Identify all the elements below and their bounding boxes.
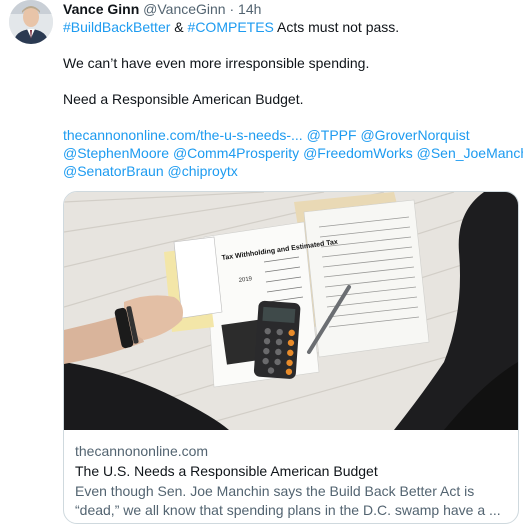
text-line-spending: We can’t have even more irresponsible sp… — [63, 55, 370, 71]
text-and: & — [170, 19, 188, 35]
link-mentions-line-3[interactable]: @SenatorBraun @chiproytx — [63, 162, 518, 180]
author-handle[interactable]: @VanceGinn — [143, 1, 225, 17]
card-meta: thecannononline.com The U.S. Needs a Res… — [75, 442, 505, 520]
hashtag-buildbackbetter[interactable]: #BuildBackBetter — [63, 19, 170, 35]
card-image[interactable]: Tax Withholding and Estimated Tax 2019 — [64, 192, 518, 430]
card-description-line-1: Even though Sen. Joe Manchin says the Bu… — [75, 483, 475, 499]
author-name[interactable]: Vance Ginn — [63, 1, 139, 17]
card-title[interactable]: The U.S. Needs a Responsible American Bu… — [75, 462, 505, 482]
hashtag-competes[interactable]: #COMPETES — [188, 19, 274, 35]
card-domain[interactable]: thecannononline.com — [75, 442, 505, 462]
link-card[interactable]: Tax Withholding and Estimated Tax 2019 t… — [63, 191, 519, 524]
tweet-header: Vance Ginn @VanceGinn · 14h — [63, 0, 261, 18]
text-acts: Acts must not pass. — [273, 19, 400, 35]
link-mentions-line-2[interactable]: @StephenMoore @Comm4Prosperity @FreedomW… — [63, 144, 523, 162]
link-mentions-line-1[interactable]: thecannononline.com/the-u-s-needs-... @T… — [63, 126, 518, 144]
avatar[interactable] — [9, 0, 53, 44]
separator-dot: · — [229, 1, 235, 17]
timestamp[interactable]: 14h — [238, 1, 261, 17]
tweet[interactable]: Vance Ginn @VanceGinn · 14h #BuildBackBe… — [0, 0, 523, 530]
card-description-line-2: “dead,” we all know that spending plans … — [75, 502, 501, 518]
text-line-hashtags: #BuildBackBetter & #COMPETES Acts must n… — [63, 18, 518, 36]
tweet-text: #BuildBackBetter & #COMPETES Acts must n… — [63, 18, 523, 180]
text-line-budget: Need a Responsible American Budget. — [63, 91, 304, 107]
